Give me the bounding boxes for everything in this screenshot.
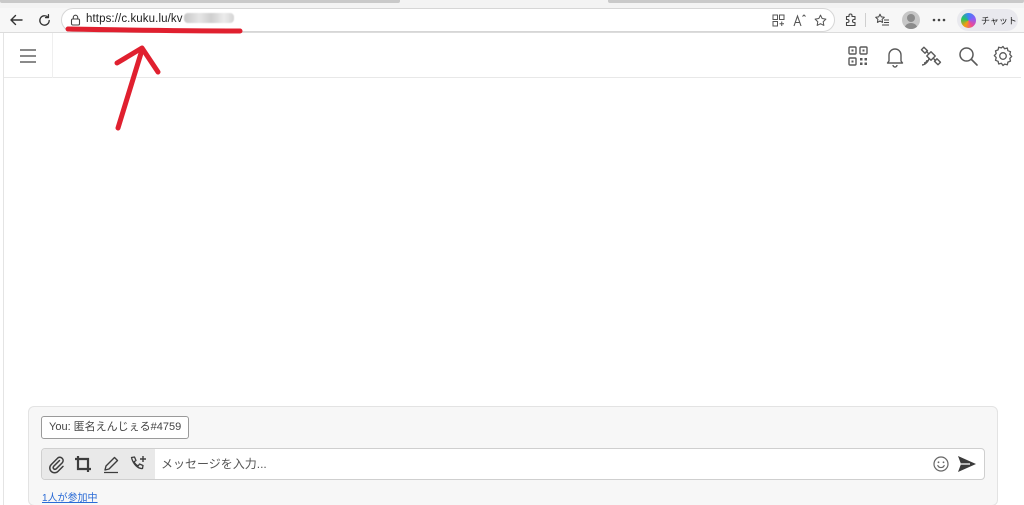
- screen: https://c.kuku.lu/kv チャット You: 匿名えんじぇる#4…: [0, 0, 1024, 505]
- send-icon[interactable]: [956, 454, 978, 474]
- address-bar[interactable]: https://c.kuku.lu/kv: [61, 8, 835, 32]
- phone-add-icon[interactable]: [128, 454, 148, 474]
- read-aloud-icon[interactable]: [793, 14, 807, 27]
- url-redacted: [183, 13, 234, 23]
- gear-icon[interactable]: [991, 44, 1015, 68]
- composer-panel: You: 匿名えんじぇる#4759 1人が参加中: [28, 406, 998, 505]
- user-identity-chip[interactable]: You: 匿名えんじぇる#4759: [41, 416, 190, 439]
- favorite-star-icon[interactable]: [814, 14, 827, 27]
- copilot-logo-icon: [961, 12, 976, 28]
- copilot-chat-label: チャット: [981, 15, 1017, 26]
- composer-tools: [42, 449, 155, 479]
- favorites-list-icon: [874, 13, 889, 26]
- tab-strip: [0, 0, 1024, 8]
- menu-hamburger-icon[interactable]: [18, 45, 38, 65]
- participants-link[interactable]: 1人が参加中: [42, 489, 98, 504]
- message-input-bar: [41, 448, 985, 480]
- more-menu-button[interactable]: [930, 8, 948, 32]
- header-divider: [52, 33, 53, 78]
- back-button[interactable]: [6, 8, 26, 32]
- chat-app: You: 匿名えんじぇる#4759 1人が参加中: [3, 33, 1024, 505]
- profile-avatar[interactable]: [902, 11, 920, 29]
- crop-icon[interactable]: [73, 454, 93, 474]
- arrow-left-icon: [10, 14, 23, 26]
- search-icon[interactable]: [956, 44, 980, 68]
- pen-icon[interactable]: [101, 454, 121, 474]
- satellite-icon[interactable]: [919, 44, 943, 68]
- message-list: [4, 79, 1021, 405]
- message-input[interactable]: [159, 449, 919, 479]
- favorites-button[interactable]: [873, 8, 891, 32]
- tab[interactable]: [0, 0, 400, 3]
- emoji-icon[interactable]: [932, 455, 950, 473]
- reload-button[interactable]: [34, 8, 54, 32]
- more-dots-icon: [932, 18, 946, 22]
- lock-icon[interactable]: [70, 14, 81, 26]
- paperclip-icon[interactable]: [46, 454, 66, 474]
- copilot-chat-button[interactable]: チャット: [957, 9, 1018, 31]
- browser-toolbar: https://c.kuku.lu/kv チャット: [0, 8, 1024, 32]
- app-header: [4, 33, 1021, 78]
- extensions-button[interactable]: [842, 8, 860, 32]
- qr-code-icon[interactable]: [846, 44, 870, 68]
- reload-icon: [38, 13, 50, 26]
- bell-icon[interactable]: [883, 44, 907, 68]
- app-grid-icon[interactable]: [772, 14, 785, 27]
- url-suffix: kv: [170, 13, 183, 25]
- url-text[interactable]: https://c.kuku.lu/kv: [86, 13, 234, 25]
- tab[interactable]: [608, 0, 1024, 3]
- toolbar-divider: [865, 13, 866, 27]
- extension-puzzle-icon: [845, 13, 856, 27]
- url-prefix: https://c.kuku.lu/: [86, 13, 171, 25]
